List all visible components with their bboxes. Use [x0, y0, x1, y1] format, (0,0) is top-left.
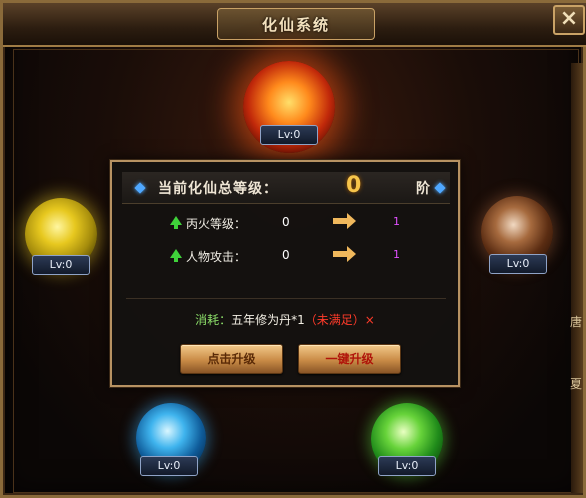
- divider: [126, 298, 446, 299]
- upgrade-dialog: 当前化仙总等级： 0 阶 丙火等级： 0 1 人物攻击： 0 1 消耗：五年修为…: [110, 160, 460, 387]
- up-arrow-icon: [170, 216, 182, 229]
- total-level-value: 0: [346, 173, 362, 198]
- one-click-upgrade-button[interactable]: 一键升级: [298, 344, 401, 374]
- stat-next-value: 1: [393, 215, 400, 228]
- title-plate: 化仙系统: [217, 8, 375, 40]
- stat-label: 人物攻击：: [186, 250, 247, 264]
- stat-row-attack: 人物攻击： 0 1: [170, 246, 450, 266]
- side-text-1: 唐: [569, 315, 582, 329]
- total-level-unit: 阶: [416, 181, 430, 197]
- up-arrow-icon: [170, 249, 182, 262]
- side-text-2: 夏: [569, 377, 582, 391]
- cost-item: 五年修为丹*1: [231, 313, 305, 327]
- cost-status: （未满足）×: [304, 313, 375, 327]
- window-title: 化仙系统: [261, 15, 330, 34]
- total-level-label: 当前化仙总等级：: [158, 181, 278, 197]
- upgrade-button[interactable]: 点击升级: [180, 344, 283, 374]
- right-arrow-icon: [333, 213, 356, 229]
- stat-next-value: 1: [393, 248, 400, 261]
- cost-prefix: 消耗：: [195, 313, 232, 327]
- earth-orb-level: Lv:0: [489, 254, 547, 274]
- right-arrow-icon: [333, 246, 356, 262]
- fire-orb-level: Lv:0: [260, 125, 318, 145]
- side-strip: 唐 夏: [569, 63, 583, 493]
- stat-row-fire-level: 丙火等级： 0 1: [170, 213, 450, 233]
- close-button[interactable]: ×: [553, 5, 585, 35]
- stat-label: 丙火等级：: [186, 217, 247, 231]
- wood-orb-level: Lv:0: [378, 456, 436, 476]
- hua-xian-window: 化仙系统 × 唐 夏 Lv:0 Lv:0 Lv:0 Lv:0 Lv:0 当前化仙…: [0, 0, 586, 498]
- water-orb-level: Lv:0: [140, 456, 198, 476]
- stat-current-value: 0: [282, 215, 290, 229]
- total-level-header: 当前化仙总等级： 0 阶: [122, 172, 450, 204]
- gold-orb-level: Lv:0: [32, 255, 90, 275]
- diamond-icon: [434, 182, 446, 194]
- stat-current-value: 0: [282, 248, 290, 262]
- diamond-icon: [134, 182, 146, 194]
- title-bar: 化仙系统 ×: [3, 3, 586, 47]
- cost-line: 消耗：五年修为丹*1（未满足）×: [112, 311, 458, 328]
